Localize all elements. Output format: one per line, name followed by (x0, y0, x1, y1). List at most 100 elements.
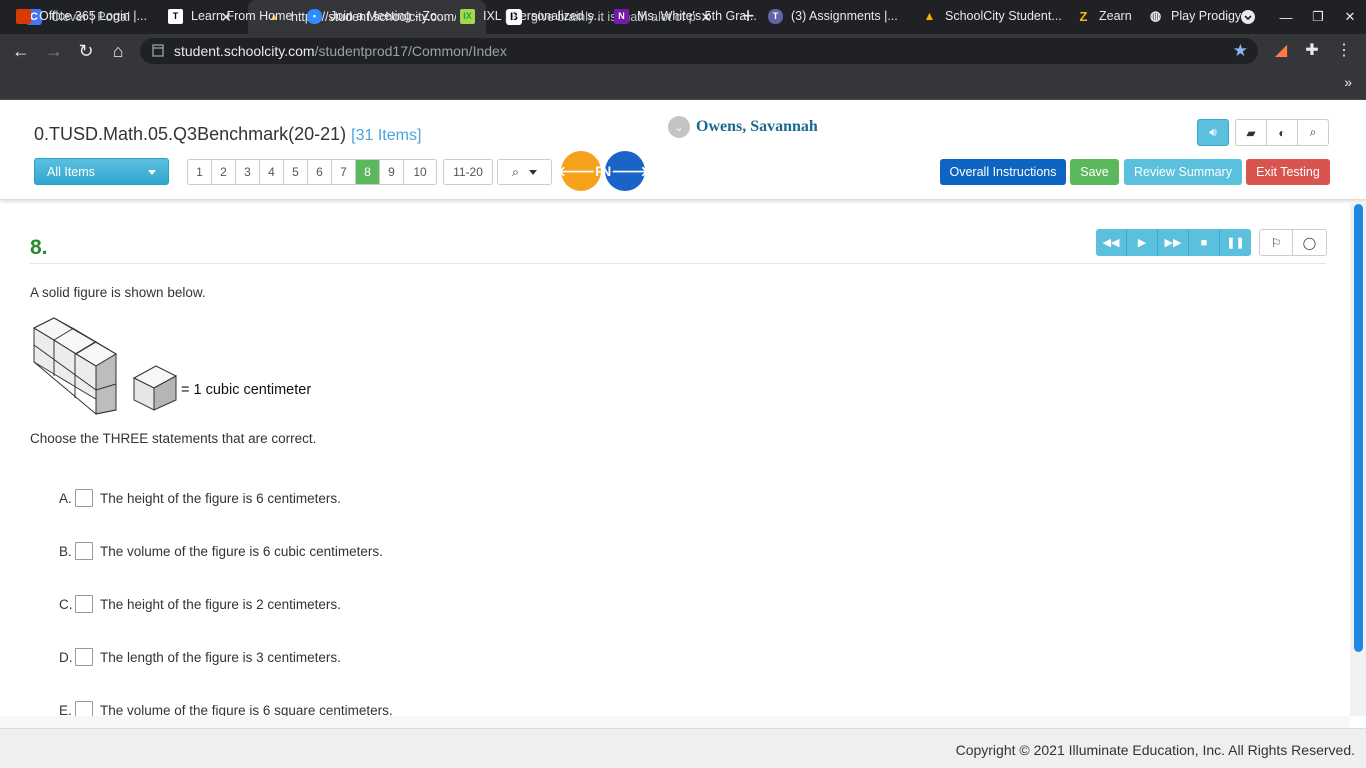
page-button-1[interactable]: 1 (188, 160, 212, 184)
choice-text: The height of the figure is 6 centimeter… (100, 490, 341, 506)
choice-a[interactable]: A. The height of the figure is 6 centime… (59, 488, 341, 508)
page-button-8-current[interactable]: 8 (356, 160, 380, 184)
bookmarks-bar (0, 68, 1366, 100)
bookmark-office365[interactable]: Office 365 Login |... (16, 8, 147, 24)
office-icon (16, 8, 31, 24)
page-range-label: 11-20 (453, 165, 483, 179)
arrow-left-icon: 🡐 (557, 162, 596, 179)
fast-forward-button[interactable]: ▶▶ (1158, 229, 1189, 256)
choice-b[interactable]: B. The volume of the figure is 6 cubic c… (59, 541, 383, 561)
page-button-4[interactable]: 4 (260, 160, 284, 184)
page-info-icon[interactable] (152, 44, 164, 57)
bookmark-label: SchoolCity Student... (945, 9, 1062, 23)
forward-icon[interactable]: → (43, 40, 65, 62)
test-header (0, 100, 1366, 200)
schoolcity-icon: ▲ (923, 9, 936, 23)
review-summary-button[interactable]: Review Summary (1124, 159, 1242, 185)
magnifier-icon: ⌕ (1309, 125, 1317, 139)
previous-item-button[interactable]: 🡐 P (557, 151, 604, 191)
page-button-6[interactable]: 6 (308, 160, 332, 184)
page-button-5[interactable]: 5 (284, 160, 308, 184)
bookmark-schoolcity[interactable]: ▲ SchoolCity Student... (922, 8, 1062, 24)
page-button-3[interactable]: 3 (236, 160, 260, 184)
bookmark-prodigy[interactable]: ◍ Play Prodigy (1148, 8, 1241, 24)
search-icon: ⌕ (511, 164, 519, 179)
bookmarks-overflow-icon[interactable]: » (1344, 74, 1352, 90)
onenote-icon: N (614, 8, 629, 24)
ixl-icon: IX (460, 8, 475, 24)
next-item-button[interactable]: N 🡒 (601, 151, 649, 191)
page-button-10[interactable]: 10 (404, 160, 436, 184)
instructions-label: Overall Instructions (949, 165, 1057, 179)
window-close-icon[interactable]: ✕ (1334, 0, 1366, 34)
item-filter-dropdown[interactable]: All Items (34, 158, 169, 185)
address-bar[interactable]: student.schoolcity.com/studentprod17/Com… (140, 38, 1258, 64)
caret-down-icon (148, 170, 156, 175)
comment-icon: ◯ (1302, 235, 1317, 250)
student-menu[interactable]: ⌄ Owens, Savannah (668, 116, 818, 138)
page-button-7[interactable]: 7 (332, 160, 356, 184)
bookmark-label: Join a Meeting - Zo... (330, 9, 448, 23)
choice-text: The volume of the figure is 6 cubic cent… (100, 543, 383, 559)
fast-forward-icon: ▶▶ (1164, 237, 1182, 249)
zearn-icon: Z (1079, 8, 1088, 24)
question-prompt: Choose the THREE statements that are cor… (30, 431, 317, 446)
stop-button[interactable]: ■ (1189, 229, 1220, 256)
bookmark-ixl[interactable]: IX IXL | Personalized s... (460, 8, 604, 24)
minimize-icon[interactable]: — (1270, 0, 1302, 34)
pause-button[interactable]: ❚❚ (1220, 229, 1251, 256)
choice-c[interactable]: C. The height of the figure is 2 centime… (59, 594, 341, 614)
zoom-icon: ▪ (307, 8, 322, 24)
choice-checkbox[interactable] (75, 595, 93, 613)
scrollbar-thumb[interactable] (1354, 204, 1363, 652)
flag-comment-controls: ⚐ ◯ (1259, 229, 1327, 256)
contrast-button[interactable]: ◐ (1266, 119, 1298, 146)
page-button-9[interactable]: 9 (380, 160, 404, 184)
find-item-dropdown[interactable]: ⌕ (497, 159, 552, 185)
extension-icon[interactable]: ◢ (1270, 40, 1292, 62)
flag-button[interactable]: ⚐ (1260, 230, 1293, 255)
choice-checkbox[interactable] (75, 542, 93, 560)
audio-controls: ◀◀ ▶ ▶▶ ■ ❚❚ (1096, 229, 1251, 256)
unit-cube-label: = 1 cubic centimeter (181, 382, 312, 398)
bookmark-zoom[interactable]: ▪ Join a Meeting - Zo... (307, 8, 447, 24)
copyright-text: Copyright © 2021 Illuminate Education, I… (955, 742, 1355, 758)
content-bottom-edge (0, 716, 1350, 728)
bookmark-onenote[interactable]: N Ms. White's 5th Gra... (614, 8, 757, 24)
pause-icon: ❚❚ (1226, 237, 1245, 249)
rewind-icon: ◀◀ (1102, 237, 1120, 249)
extensions-puzzle-icon[interactable]: ✚ (1301, 40, 1323, 62)
menu-kebab-icon[interactable]: ⋮ (1333, 40, 1355, 62)
arrow-right-icon: 🡒 (611, 162, 649, 179)
bookmark-star-icon[interactable]: ★ (1233, 41, 1248, 61)
choice-checkbox[interactable] (75, 489, 93, 507)
question-number: 8. (30, 236, 48, 259)
question-stem: A solid figure is shown below. (30, 285, 206, 300)
exit-testing-button[interactable]: Exit Testing (1246, 159, 1330, 185)
chevron-down-icon[interactable]: ⌄ (668, 116, 690, 138)
restore-icon[interactable]: ❐ (1302, 0, 1334, 34)
zoom-button[interactable]: ⌕ (1297, 119, 1329, 146)
play-icon: ▶ (1137, 237, 1147, 249)
play-button[interactable]: ▶ (1127, 229, 1158, 256)
rewind-button[interactable]: ◀◀ (1096, 229, 1127, 256)
bookmark-teams[interactable]: T (3) Assignments |... (768, 8, 898, 24)
text-to-speech-button[interactable]: 🔊︎ (1197, 119, 1229, 146)
overall-instructions-button[interactable]: Overall Instructions (940, 159, 1066, 185)
back-icon[interactable]: ← (10, 40, 32, 62)
page-button-2[interactable]: 2 (212, 160, 236, 184)
question-pager: 1 2 3 4 5 6 7 8 9 10 (187, 159, 437, 185)
bookmark-learn-from-home[interactable]: T Learn From Home (168, 8, 292, 24)
bookmark-zearn[interactable]: Z Zearn (1076, 8, 1132, 24)
cube-figure-image (32, 317, 178, 415)
comment-button[interactable]: ◯ (1293, 230, 1326, 255)
reload-icon[interactable]: ↻ (75, 40, 97, 62)
save-button[interactable]: Save (1070, 159, 1119, 185)
contrast-icon: ◐ (1278, 125, 1286, 140)
page-range-button[interactable]: 11-20 (443, 159, 493, 185)
toolbox-button[interactable]: ▰ (1235, 119, 1267, 146)
choice-checkbox[interactable] (75, 648, 93, 666)
choice-d[interactable]: D. The length of the figure is 3 centime… (59, 647, 341, 667)
home-icon[interactable]: ⌂ (107, 40, 129, 62)
url-path: /studentprod17/Common/Index (314, 43, 507, 59)
